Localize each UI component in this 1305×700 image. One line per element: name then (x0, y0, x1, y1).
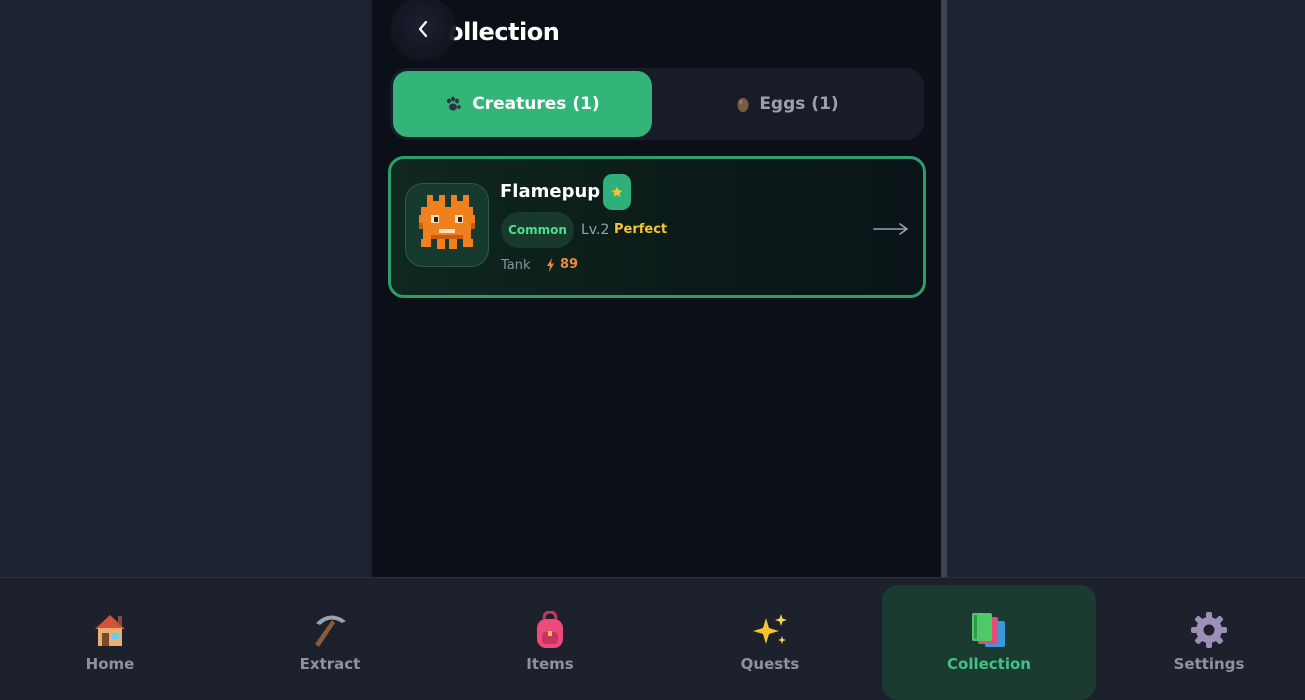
lightning-icon (547, 257, 554, 272)
creature-power-value: 89 (560, 257, 579, 272)
gear-icon (1189, 611, 1229, 649)
creature-power: 89 (546, 257, 578, 272)
nav-home[interactable]: Home (50, 578, 170, 700)
creature-name: Flamepup (500, 181, 601, 202)
tab-eggs[interactable]: Eggs (1) (658, 71, 917, 137)
tab-creatures[interactable]: Creatures (1) (393, 71, 652, 137)
favorite-badge[interactable] (603, 174, 631, 210)
nav-collection[interactable]: Collection (882, 585, 1096, 700)
nav-items-label: Items (526, 655, 574, 673)
chevron-left-icon (418, 20, 428, 38)
nav-extract-label: Extract (299, 655, 361, 673)
paw-icon (445, 96, 463, 112)
creature-role: Tank (501, 258, 531, 273)
nav-quests[interactable]: Quests (710, 578, 830, 700)
sparkles-icon (750, 611, 790, 649)
backpack-icon (530, 611, 570, 649)
creature-card[interactable]: Flamepup Common Lv.2 Perfect Tank 89 (388, 156, 926, 298)
nav-home-label: Home (85, 655, 135, 673)
nav-extract[interactable]: Extract (270, 578, 390, 700)
house-icon (90, 611, 130, 649)
nav-quests-label: Quests (740, 655, 800, 673)
pickaxe-icon (310, 611, 350, 649)
star-icon (611, 186, 623, 197)
collection-tabs: Creatures (1) Eggs (1) (390, 68, 924, 140)
books-icon (969, 611, 1009, 649)
flamepup-sprite (419, 195, 475, 249)
nav-settings[interactable]: Settings (1149, 578, 1269, 700)
tab-eggs-label: Eggs (1) (759, 94, 839, 114)
rarity-badge: Common (501, 212, 574, 248)
creature-level: Lv.2 (581, 222, 610, 238)
arrow-right-icon[interactable] (873, 221, 909, 240)
nav-collection-label: Collection (947, 655, 1031, 673)
nav-settings-label: Settings (1173, 655, 1245, 673)
tab-creatures-label: Creatures (1) (472, 94, 600, 114)
creature-avatar (405, 183, 489, 267)
nav-items[interactable]: Items (490, 578, 610, 700)
creature-quality: Perfect (614, 222, 668, 237)
panel-scrollbar[interactable] (941, 0, 947, 577)
bottom-navigation: Home Extract Items Quests Collection Set… (0, 577, 1305, 700)
egg-icon (736, 95, 750, 113)
